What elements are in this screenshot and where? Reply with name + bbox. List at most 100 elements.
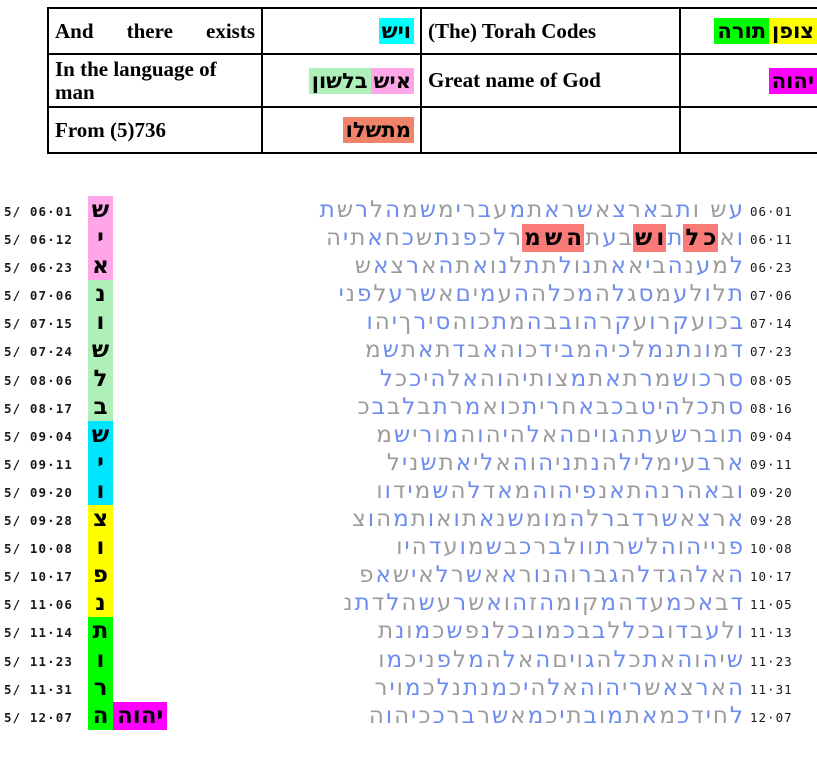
matrix-letter: ב (715, 590, 729, 617)
matrix-letter: ר (657, 309, 671, 336)
legend-hebrew-right-cell: יהוה (679, 52, 817, 109)
matrix-letter: ל (641, 449, 655, 476)
matrix-letter: א (486, 590, 502, 617)
verse-ref-left: 5/ 09·04 (4, 428, 74, 444)
matrix-letter: ת (624, 702, 640, 729)
matrix-letter: ה (460, 421, 476, 448)
matrix-letter: ל (586, 506, 600, 533)
matrix-letter: ה (376, 506, 392, 533)
matrix-letter: ש (627, 534, 644, 561)
matrix-letter: ב (595, 393, 610, 420)
matrix-letter: ש (418, 590, 435, 617)
matrix-row: 5/ 11·06 11·05 דבאכמעדהמקומהזהואשרעשהלדתנ נ (0, 589, 817, 618)
matrix-letter: ע (695, 253, 711, 280)
matrix-letter: י (428, 309, 434, 336)
matrix-letter: ו (707, 309, 714, 336)
matrix-letter: ז (529, 590, 538, 617)
matrix-letter: י (539, 393, 545, 420)
matrix-letter: א (497, 477, 513, 504)
matrix-letter: א (642, 702, 658, 729)
matrix-letter-band: לחידכמאתמובתיכמאשרברככיהוה (88, 702, 744, 730)
matrix-letter: ת (434, 225, 450, 252)
matrix-letter: ל (386, 590, 400, 617)
matrix-letter: נ (425, 646, 435, 673)
matrix-letter: ו (477, 421, 484, 448)
els-column-letter: ש (88, 420, 113, 449)
legend-table: And there exists ויש (The) Torah Codes צ… (47, 7, 817, 155)
matrix-letter: ק (614, 309, 631, 336)
matrix-letter: א (541, 421, 558, 448)
matrix-letter: ר (672, 477, 686, 504)
verse-ref-left: 5/ 08·06 (4, 372, 74, 388)
matrix-letter: ה (368, 702, 384, 729)
matrix-letter: ש (576, 197, 593, 223)
matrix-letter: ת (350, 225, 366, 252)
matrix-letter: ו (459, 534, 466, 561)
matrix-letter: י (472, 281, 478, 308)
matrix-letter: ל (721, 618, 735, 645)
matrix-row: 5/ 07·06 07·06 תלולעמסגלהמכלההעמיםאשרעלפני… (0, 280, 817, 309)
verse-ref-left: 5/ 10·08 (4, 541, 74, 557)
matrix-letter: א (501, 562, 517, 589)
matrix-letter: מ (654, 365, 671, 392)
matrix-letter: ת (435, 337, 451, 364)
matrix-letter: ה (677, 646, 693, 673)
matrix-letter: ל (502, 646, 516, 673)
matrix-letter: ה (620, 421, 636, 448)
matrix-letter: כ (696, 393, 709, 420)
matrix-row: 5/ 11·31 11·31 הארצאשריהוהאלהיכמנתנלכמויר ר (0, 673, 817, 702)
verse-ref-right: 11·23 (750, 653, 793, 669)
verse-ref-right: 09·04 (750, 428, 793, 444)
matrix-letter: ע (443, 534, 458, 561)
matrix-letter: א (484, 562, 500, 589)
matrix-letter: נ (660, 477, 671, 504)
matrix-letter: מ (656, 449, 672, 476)
matrix-letter: נ (582, 253, 592, 280)
matrix-letter: ו (586, 534, 594, 561)
matrix-letter: ס (638, 281, 654, 308)
matrix-letter: ה (411, 534, 427, 561)
matrix-letter: נ (480, 674, 490, 701)
matrix-letter: מ (508, 309, 525, 336)
matrix-row: 5/ 06·23 06·23 למענהביאאתנולתתלנואתהארצאש א (0, 252, 817, 281)
matrix-letter: ע (602, 225, 617, 252)
matrix-letter: ל (645, 534, 659, 561)
matrix-letter: ג (626, 281, 637, 308)
matrix-letter: ו (496, 365, 504, 392)
matrix-letter: ת (522, 393, 538, 420)
matrix-letter: ב (583, 702, 597, 729)
matrix-letter: י (411, 702, 417, 729)
matrix-letter: ד (691, 702, 704, 729)
matrix-letter: ר (374, 674, 388, 701)
matrix-letter: ו (385, 702, 393, 729)
matrix-letter: ב (625, 393, 639, 420)
legend-table-body: And there exists ויש (The) Torah Codes צ… (47, 7, 817, 155)
els-column-letter: י (88, 224, 113, 253)
matrix-letter: ב (386, 393, 401, 420)
matrix-letter: פ (462, 225, 477, 252)
els-column-letter: צ (88, 505, 113, 534)
verse-ref-right: 12·07 (750, 709, 793, 725)
matrix-letter: ת (710, 393, 727, 420)
matrix-letter: מ (464, 393, 481, 420)
matrix-letter: ש (661, 506, 678, 533)
matrix-letter: ת (667, 225, 683, 252)
matrix-letter: ם (552, 646, 568, 673)
matrix-letter: ש (644, 674, 661, 701)
matrix-letter: ע (493, 197, 508, 223)
matrix-letter: ו (704, 337, 711, 364)
matrix-letter: ט (640, 393, 656, 420)
matrix-letter: ת (524, 253, 540, 280)
matrix-letter: ה (452, 309, 468, 336)
matrix-letter: כ (507, 393, 521, 420)
matrix-letter: י (569, 646, 575, 673)
matrix-letter: ל (681, 393, 695, 420)
matrix-letter: ת (529, 365, 545, 392)
matrix-letter: ו (694, 646, 701, 673)
matrix-letter: י (633, 449, 640, 476)
matrix-letter: ש (468, 590, 485, 617)
els-column-letter: ו (88, 533, 113, 562)
matrix-letter: מ (665, 590, 682, 617)
matrix-letter: ר (695, 674, 709, 701)
matrix-letter: א (462, 365, 478, 392)
